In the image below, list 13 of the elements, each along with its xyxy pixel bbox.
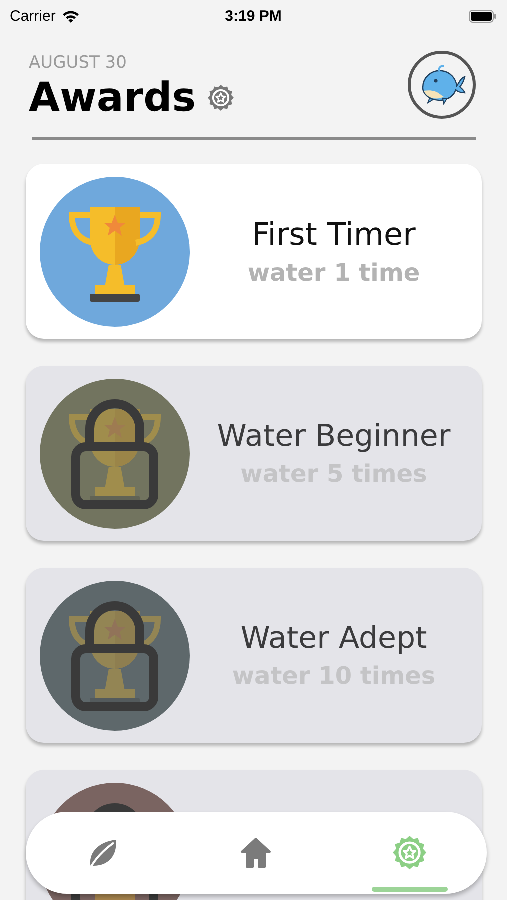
award-requirement: water 1 time [248, 258, 420, 286]
page-title: Awards [29, 74, 196, 123]
date-label: AUGUST 30 [29, 53, 128, 73]
wifi-icon [62, 10, 80, 22]
badge-icon [208, 85, 234, 111]
award-title: First Timer [252, 216, 416, 252]
badge-icon [393, 836, 428, 870]
carrier-label: Carrier [10, 8, 56, 24]
clock-time: 3:19 PM [225, 8, 282, 24]
battery-icon [468, 10, 497, 22]
home-icon [239, 836, 274, 870]
award-title: Water Beginner [217, 419, 451, 454]
award-title: Water Adept [240, 621, 428, 656]
